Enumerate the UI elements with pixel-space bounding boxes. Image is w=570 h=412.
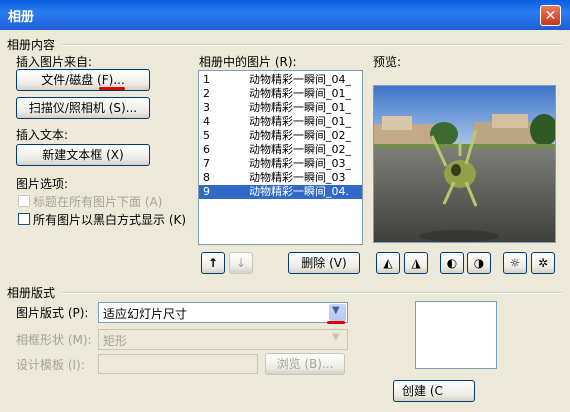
item-name: 动物精彩一瞬间_04_: [249, 73, 351, 86]
black-white-checkbox[interactable]: [18, 213, 30, 225]
captions-below-label: 标题在所有图片下面 (A): [33, 195, 163, 209]
item-number: 3: [203, 101, 210, 114]
item-name: 动物精彩一瞬间_01_: [249, 87, 351, 100]
move-down-button[interactable]: ↓: [229, 252, 253, 274]
close-button[interactable]: ✕: [540, 5, 561, 26]
black-white-label: 所有图片以黑白方式显示 (K): [33, 213, 187, 227]
item-number: 4: [203, 115, 210, 128]
picture-layout-select[interactable]: 适应幻灯片尺寸 ▼: [98, 302, 348, 323]
list-item[interactable]: 4 动物精彩一瞬间_01_: [199, 115, 362, 129]
dropdown-arrow[interactable]: ▼: [329, 304, 346, 321]
rotate-left-icon: ◭: [383, 256, 393, 270]
red-annotation-mark: [327, 321, 345, 324]
rotate-right-button[interactable]: ◮: [404, 252, 428, 274]
item-number: 2: [203, 87, 210, 100]
item-name: 动物精彩一瞬间_02_: [249, 129, 351, 142]
item-number: 8: [203, 171, 210, 184]
dropdown-arrow[interactable]: ▼: [329, 331, 346, 348]
list-item[interactable]: 6 动物精彩一瞬间_02_: [199, 143, 362, 157]
album-content-heading: 相册内容: [7, 38, 56, 52]
browse-button[interactable]: 浏览 (B)...: [265, 353, 345, 375]
insert-text-label: 插入文本:: [16, 128, 69, 142]
album-dialog: 相册 ✕ 相册内容 插入图片来自: 文件/磁盘 (F)... 扫描仪/照相机 (…: [0, 0, 570, 412]
item-name: 动物精彩一瞬间_03_: [249, 157, 351, 170]
title-bar: 相册 ✕: [0, 0, 570, 30]
design-template-field[interactable]: [98, 354, 258, 374]
preview-image: [373, 85, 556, 243]
picture-layout-label: 图片版式 (P):: [16, 306, 89, 320]
contrast-up-button[interactable]: ◐: [440, 252, 464, 274]
rotate-left-button[interactable]: ◭: [376, 252, 400, 274]
brightness-down-button[interactable]: ✲: [531, 252, 555, 274]
item-number: 9: [203, 185, 210, 198]
item-number: 1: [203, 73, 210, 86]
move-up-button[interactable]: ↑: [201, 252, 225, 274]
preview-photo: [374, 86, 555, 242]
pictures-list-label: 相册中的图片 (R):: [199, 55, 297, 69]
item-name: 动物精彩一瞬间_03: [249, 171, 346, 184]
contrast-up-icon: ◐: [446, 256, 458, 270]
item-name: 动物精彩一瞬间_02_: [249, 143, 351, 156]
new-textbox-button[interactable]: 新建文本框 (X): [16, 144, 150, 166]
delete-button[interactable]: 删除 (V): [288, 252, 360, 274]
pictures-listbox[interactable]: 1 动物精彩一瞬间_04_ 2 动物精彩一瞬间_01_ 3 动物精彩一瞬间_01_ 4…: [198, 70, 363, 245]
chevron-down-icon: ▼: [332, 305, 340, 316]
item-number: 7: [203, 157, 210, 170]
list-item[interactable]: 5 动物精彩一瞬间_02_: [199, 129, 362, 143]
item-number: 6: [203, 143, 210, 156]
item-name: 动物精彩一瞬间_01_: [249, 101, 351, 114]
frame-shape-value: 矩形: [103, 334, 128, 348]
item-name: 动物精彩一瞬间_04.: [249, 185, 349, 198]
list-item-selected[interactable]: 9 动物精彩一瞬间_04.: [199, 185, 362, 199]
window-title: 相册: [8, 10, 35, 25]
layout-heading: 相册版式: [7, 286, 56, 300]
design-template-label: 设计模板 (I):: [16, 358, 85, 372]
file-disk-button[interactable]: 文件/磁盘 (F)...: [16, 69, 150, 91]
preview-label: 预览:: [373, 55, 402, 69]
section-divider: [62, 292, 562, 294]
brightness-down-icon: ✲: [537, 256, 549, 270]
frame-shape-label: 相框形状 (M):: [16, 333, 92, 347]
rotate-right-icon: ◮: [411, 256, 421, 270]
contrast-down-icon: ◑: [473, 256, 485, 270]
picture-options-label: 图片选项:: [16, 177, 69, 191]
section-divider: [62, 44, 562, 46]
insert-from-label: 插入图片来自:: [16, 55, 93, 69]
red-annotation-mark: [99, 87, 125, 90]
list-item[interactable]: 2 动物精彩一瞬间_01_: [199, 87, 362, 101]
item-number: 5: [203, 129, 210, 142]
captions-below-checkbox[interactable]: [18, 195, 30, 207]
layout-thumbnail: [415, 301, 497, 369]
list-item[interactable]: 1 动物精彩一瞬间_04_: [199, 73, 362, 87]
item-name: 动物精彩一瞬间_01_: [249, 115, 351, 128]
picture-layout-value: 适应幻灯片尺寸: [103, 307, 188, 321]
list-item[interactable]: 3 动物精彩一瞬间_01_: [199, 101, 362, 115]
create-button[interactable]: 创建 (C: [393, 380, 475, 402]
brightness-up-icon: ☼: [509, 256, 521, 270]
brightness-up-button[interactable]: ☼: [503, 252, 527, 274]
list-item[interactable]: 8 动物精彩一瞬间_03: [199, 171, 362, 185]
list-item[interactable]: 7 动物精彩一瞬间_03_: [199, 157, 362, 171]
scanner-camera-button[interactable]: 扫描仪/照相机 (S)...: [16, 97, 150, 119]
frame-shape-select[interactable]: 矩形 ▼: [98, 329, 348, 350]
chevron-down-icon: ▼: [332, 332, 340, 343]
contrast-down-button[interactable]: ◑: [467, 252, 491, 274]
